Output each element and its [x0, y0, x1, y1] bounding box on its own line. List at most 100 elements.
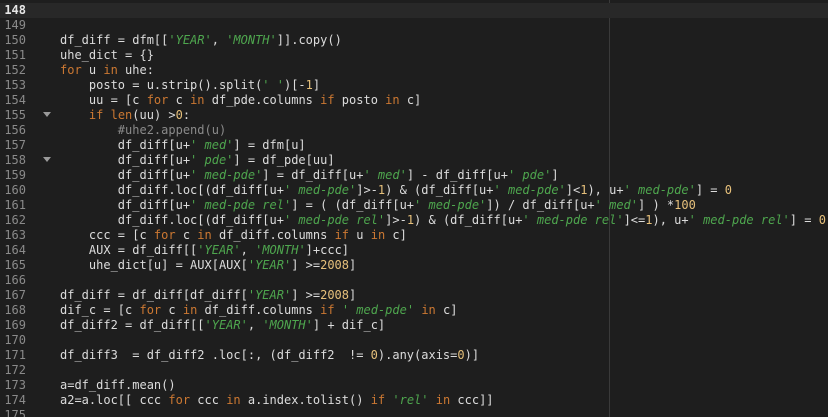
code-token: ' med-pde' [414, 198, 487, 212]
code-text: df_diff = dfm[['YEAR', 'MONTH']].copy() [60, 33, 828, 48]
code-token: 2008 [320, 288, 350, 302]
code-token: uhe_dict = {} [60, 48, 154, 62]
code-token: posto = u.strip().split( [60, 78, 263, 92]
code-token: if [320, 93, 335, 107]
code-text: dif_c = [c for c in df_diff.columns if '… [60, 303, 828, 318]
code-line[interactable]: 160 df_diff.loc[(df_diff[u+' med-pde']>-… [0, 183, 828, 198]
code-text: a=df_diff.mean() [60, 378, 828, 393]
code-token: 1 [305, 78, 313, 92]
code-line[interactable]: 152 for u in uhe: [0, 63, 828, 78]
code-line[interactable]: 171 df_diff3 = df_diff2 .loc[:, (df_diff2… [0, 348, 828, 363]
code-token: ' pde' [507, 168, 552, 182]
code-text: if len(uu) >0: [60, 108, 828, 123]
line-number: 168 [4, 303, 26, 317]
code-line[interactable]: 154 uu = [c for c in df_pde.columns if p… [0, 93, 828, 108]
code-token: if [88, 108, 104, 122]
code-token: (uu) > [132, 108, 176, 122]
code-token: uhe: [117, 63, 154, 77]
code-token: ]>- [356, 183, 378, 197]
code-line[interactable]: 174 a2=a.loc[[ ccc for ccc in a.index.tol… [0, 393, 828, 408]
code-line[interactable]: 161 df_diff[u+' med-pde rel'] = ( (df_di… [0, 198, 828, 213]
code-token: c] [399, 93, 422, 107]
code-text: df_diff2 = df_diff[['YEAR', 'MONTH'] + d… [60, 318, 828, 333]
fold-arrow-icon[interactable] [43, 157, 51, 162]
line-number: 172 [4, 363, 26, 377]
code-token: ), u+ [587, 183, 624, 197]
line-number: 167 [4, 288, 26, 302]
fold-arrow-icon[interactable] [43, 112, 51, 117]
code-token: ] + dif_c] [312, 318, 386, 332]
code-token: 0 [457, 348, 465, 362]
code-token: ] [349, 258, 357, 272]
code-token: df_diff2 = df_diff[[ [60, 318, 205, 332]
code-token: ccc]] [450, 393, 494, 407]
code-token: ] [551, 168, 559, 182]
code-token: : [182, 108, 191, 122]
code-token: ' pde' [190, 153, 234, 167]
code-line[interactable]: 170 [0, 333, 828, 348]
code-line[interactable]: 149 [0, 18, 828, 33]
code-line[interactable]: 153 posto = u.strip().split(' ')[-1] [0, 78, 828, 93]
code-text: for u in uhe: [60, 63, 828, 78]
code-editor[interactable]: 148 149 150 df_diff = dfm[['YEAR', 'MONTH']… [0, 0, 828, 417]
code-token: , [211, 33, 227, 47]
code-token: df_diff.columns [211, 228, 335, 242]
line-number: 158 [4, 153, 26, 167]
code-token: ).any(axis= [377, 348, 458, 362]
line-number: 163 [4, 228, 26, 242]
code-line[interactable]: 175 [0, 408, 828, 417]
code-token: ) & (df_diff[u+ [385, 183, 494, 197]
line-number: 157 [4, 138, 26, 152]
code-line[interactable]: 166 [0, 273, 828, 288]
code-token: ' med-pde rel' [190, 198, 292, 212]
code-token: if [370, 393, 386, 407]
code-token: ) & (df_diff[u+ [414, 213, 523, 227]
code-line[interactable]: 167 df_diff = df_diff[df_diff['YEAR'] >=2… [0, 288, 828, 303]
code-token: 'YEAR' [168, 33, 212, 47]
line-number: 153 [4, 78, 26, 92]
line-number: 171 [4, 348, 26, 362]
code-token: in [370, 228, 386, 242]
code-token: 'rel' [392, 393, 429, 407]
code-token: ]>- [385, 213, 407, 227]
code-token: ]+ccc] [305, 243, 350, 257]
code-line[interactable]: 150 df_diff = dfm[['YEAR', 'MONTH']].copy… [0, 33, 828, 48]
line-number: 159 [4, 168, 26, 182]
code-line[interactable]: 162 df_diff.loc[(df_diff[u+' med-pde rel… [0, 213, 828, 228]
code-token: ccc [190, 393, 227, 407]
code-text: uhe_dict = {} [60, 48, 828, 63]
code-token: c [161, 303, 183, 317]
code-token: len [110, 108, 133, 122]
code-text: ccc = [c for c in df_diff.columns if u i… [60, 228, 828, 243]
code-token: u [81, 63, 104, 77]
code-line[interactable]: 158 df_diff[u+' pde'] = df_pde[uu] [0, 153, 828, 168]
code-line[interactable]: 163 ccc = [c for c in df_diff.columns if… [0, 228, 828, 243]
code-token: a.index.tolist() [240, 393, 371, 407]
code-token: ] >= [291, 288, 321, 302]
line-number: 161 [4, 198, 26, 212]
line-number: 151 [4, 48, 26, 62]
code-line[interactable]: 159 df_diff[u+' med-pde'] = df_diff[u+' … [0, 168, 828, 183]
code-token: df_diff[u+ [60, 168, 191, 182]
code-line[interactable]: 173 a=df_diff.mean() [0, 378, 828, 393]
code-line[interactable]: 156 #uhe2.append(u) [0, 123, 828, 138]
code-line[interactable]: 165 uhe_dict[u] = AUX[AUX['YEAR'] >=2008… [0, 258, 828, 273]
code-line[interactable]: 164 AUX = df_diff[['YEAR', 'MONTH']+ccc] [0, 243, 828, 258]
code-token: df_diff = df_diff[df_diff[ [60, 288, 248, 302]
code-line[interactable]: 172 [0, 363, 828, 378]
line-number: 152 [4, 63, 26, 77]
code-line[interactable]: 157 df_diff[u+' med'] = dfm[u] [0, 138, 828, 153]
code-token: ]<= [623, 213, 646, 227]
code-line[interactable]: 151 uhe_dict = {} [0, 48, 828, 63]
code-token: a2=a.loc[[ ccc [60, 393, 169, 407]
code-line[interactable]: 168 dif_c = [c for c in df_diff.columns i… [0, 303, 828, 318]
code-line[interactable]: 169 df_diff2 = df_diff[['YEAR', 'MONTH'] … [0, 318, 828, 333]
line-number: 173 [4, 378, 26, 392]
code-token: ' med-pde' [190, 168, 263, 182]
code-token: 'YEAR' [247, 288, 292, 302]
code-line[interactable]: 155 if len(uu) >0: [0, 108, 828, 123]
line-number: 169 [4, 318, 26, 332]
code-token: 1 [406, 213, 415, 227]
code-line[interactable]: 148 [0, 3, 828, 18]
